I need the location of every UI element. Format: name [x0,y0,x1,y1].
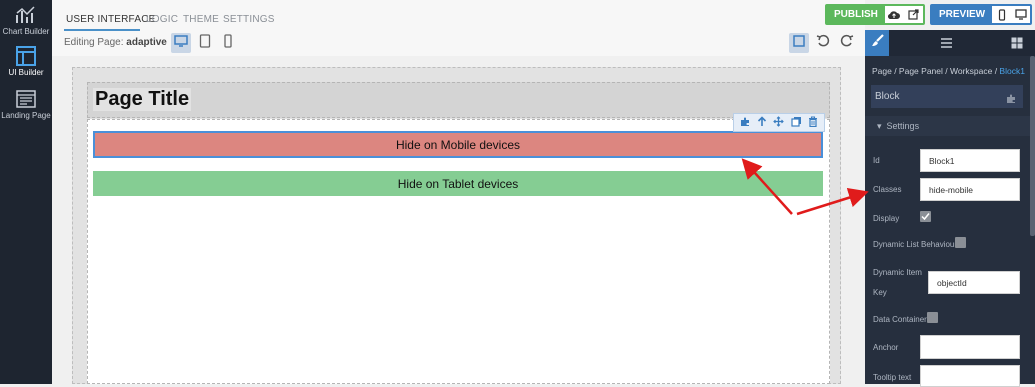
dynamic-item-key-value: objectId [937,277,967,288]
component-puzzle-icon[interactable] [1006,91,1017,109]
block-toolbar [733,113,825,132]
nav-landing-page[interactable]: Landing Page [0,89,52,120]
grid-icon [1011,36,1023,53]
preview-group: PREVIEW [930,4,1032,25]
page-title-container[interactable] [87,82,830,118]
nav-chart-builder[interactable]: Chart Builder [0,5,52,36]
settings-section-label: Settings [886,121,920,131]
puzzle-icon[interactable] [740,114,751,132]
block-hide-tablet-text: Hide on Tablet devices [397,176,519,191]
checkmark-icon [921,208,930,226]
id-field[interactable]: Block1 [920,149,1020,172]
desktop-icon [174,34,188,52]
tablet-view-button[interactable] [195,33,215,53]
publish-group: PUBLISH [825,4,925,25]
editing-prefix: Editing Page: [64,37,124,48]
square-icon [793,34,805,52]
settings-section-header[interactable]: ▾ Settings [865,116,1035,136]
tab-user-interface[interactable]: USER INTERFACE [66,14,155,25]
data-container-checkbox[interactable] [927,312,938,323]
breadcrumb: Page / Page Panel / Workspace / Block1 [872,66,1025,76]
external-edit-icon[interactable] [904,6,923,23]
breadcrumb-path[interactable]: Page / Page Panel / Workspace / [872,66,999,76]
caret-down-icon: ▾ [877,121,882,131]
classes-field[interactable]: hide-mobile [920,178,1020,201]
select-mode-button[interactable] [789,33,809,53]
tab-theme[interactable]: THEME [183,14,219,25]
block-hide-mobile[interactable]: Hide on Mobile devices [93,131,823,158]
component-name: Block [875,91,900,102]
dynamic-list-label: Dynamic List Behaviour [873,240,958,249]
tab-styles[interactable] [865,30,889,56]
mobile-icon [223,33,233,53]
left-navigation: Chart Builder UI Builder Landing Page [0,0,52,384]
move-icon[interactable] [773,114,785,132]
panel-scrollbar[interactable] [1030,56,1035,236]
dynamic-item-key-label-1: Dynamic Item [873,268,922,277]
undo-icon [816,34,830,53]
arrow-up-icon[interactable] [757,114,767,132]
classes-field-value: hide-mobile [929,184,973,195]
id-field-value: Block1 [929,155,955,166]
tab-components[interactable] [1011,36,1023,54]
tab-logic[interactable]: LOGIC [146,14,178,25]
menu-icon [940,36,953,53]
tooltip-label: Tooltip text [873,373,912,382]
nav-landing-page-label: Landing Page [1,111,51,120]
nav-ui-builder-label: UI Builder [8,68,44,77]
breadcrumb-current[interactable]: Block1 [999,66,1025,76]
component-name-row: Block [871,85,1023,108]
editing-page-label: Editing Page: adaptive [64,37,167,48]
data-container-label: Data Container [873,315,927,324]
redo-button[interactable] [837,33,857,53]
block-hide-mobile-text: Hide on Mobile devices [395,137,521,152]
dynamic-list-checkbox[interactable] [955,237,966,248]
classes-label: Classes [873,185,902,194]
desktop-view-button[interactable] [171,33,191,53]
trash-icon[interactable] [808,114,818,132]
nav-ui-builder[interactable]: UI Builder [0,46,52,77]
active-tab-indicator [64,29,140,31]
page-title[interactable]: Page Title [93,88,192,111]
brush-icon [871,34,884,52]
workspace[interactable] [87,119,830,384]
tab-outline[interactable] [940,36,953,54]
nav-chart-builder-label: Chart Builder [2,27,50,36]
cloud-upload-icon[interactable] [885,6,904,23]
display-checkbox[interactable] [920,211,931,222]
layout-icon [0,46,52,66]
dynamic-item-key-field[interactable]: objectId [928,271,1020,294]
chart-icon [0,5,52,25]
redo-icon [840,34,854,53]
undo-button[interactable] [813,33,833,53]
publish-button[interactable]: PUBLISH [827,6,885,23]
preview-desktop-icon[interactable] [1011,6,1030,23]
properties-panel [865,30,1035,384]
display-label: Display [873,214,900,223]
tablet-icon [199,33,211,53]
id-label: Id [873,156,880,165]
editing-page-name: adaptive [126,37,167,48]
anchor-label: Anchor [873,343,899,352]
dynamic-item-key-label-2: Key [873,288,887,297]
mobile-view-button[interactable] [218,33,238,53]
copy-icon[interactable] [791,114,802,132]
anchor-field[interactable] [920,335,1020,359]
preview-mobile-icon[interactable] [992,6,1011,23]
preview-button[interactable]: PREVIEW [932,6,993,23]
landing-page-icon [0,89,52,109]
tab-settings[interactable]: SETTINGS [223,14,275,25]
block-hide-tablet[interactable]: Hide on Tablet devices [93,171,823,196]
